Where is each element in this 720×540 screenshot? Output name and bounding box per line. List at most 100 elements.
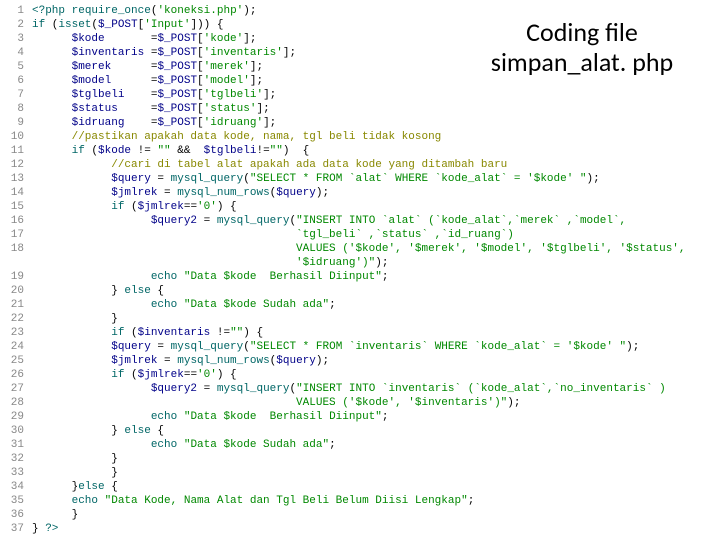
code-line: 30 } else { xyxy=(0,424,720,438)
line-number: 33 xyxy=(0,466,32,480)
line-number: 20 xyxy=(0,284,32,298)
code-line: 23 if ($inventaris !="") { xyxy=(0,326,720,340)
code-line: 9 $idruang =$_POST['idruang']; xyxy=(0,116,720,130)
line-number: 7 xyxy=(0,88,32,102)
code-text: VALUES ('$kode', '$merek', '$model', '$t… xyxy=(32,242,686,256)
code-line: 24 $query = mysql_query("SELECT * FROM `… xyxy=(0,340,720,354)
code-text: if ($jmlrek=='0') { xyxy=(32,200,237,214)
code-line: 34 }else { xyxy=(0,480,720,494)
code-line: 22 } xyxy=(0,312,720,326)
line-number: 27 xyxy=(0,382,32,396)
code-text: //cari di tabel alat apakah ada data kod… xyxy=(32,158,507,172)
code-line: 11 if ($kode != "" && $tglbeli!="") { xyxy=(0,144,720,158)
code-line: 10 //pastikan apakah data kode, nama, tg… xyxy=(0,130,720,144)
code-line: 33 } xyxy=(0,466,720,480)
line-number: 29 xyxy=(0,410,32,424)
line-number: 14 xyxy=(0,186,32,200)
code-text: $query2 = mysql_query("INSERT INTO `alat… xyxy=(32,214,626,228)
code-line: 12 //cari di tabel alat apakah ada data … xyxy=(0,158,720,172)
line-number: 35 xyxy=(0,494,32,508)
line-number: 8 xyxy=(0,102,32,116)
line-number: 22 xyxy=(0,312,32,326)
line-number xyxy=(0,256,32,270)
code-text: //pastikan apakah data kode, nama, tgl b… xyxy=(32,130,441,144)
code-text: } xyxy=(32,452,118,466)
slide-title: Coding file simpan_alat. php xyxy=(462,18,702,78)
code-block: 1<?php require_once('koneksi.php');2 if (… xyxy=(0,0,720,536)
code-line: 21 echo "Data $kode Sudah ada"; xyxy=(0,298,720,312)
code-text: } else { xyxy=(32,424,164,438)
line-number: 5 xyxy=(0,60,32,74)
line-number: 30 xyxy=(0,424,32,438)
code-text: if ($jmlrek=='0') { xyxy=(32,368,237,382)
code-line: 8 $status =$_POST['status']; xyxy=(0,102,720,116)
line-number: 37 xyxy=(0,522,32,536)
line-number: 26 xyxy=(0,368,32,382)
line-number: 4 xyxy=(0,46,32,60)
code-line: 16 $query2 = mysql_query("INSERT INTO `a… xyxy=(0,214,720,228)
line-number: 10 xyxy=(0,130,32,144)
code-text: echo "Data $kode Sudah ada"; xyxy=(32,438,336,452)
code-line: 7 $tglbeli =$_POST['tglbeli']; xyxy=(0,88,720,102)
line-number: 32 xyxy=(0,452,32,466)
code-text: VALUES ('$kode', '$inventaris')"); xyxy=(32,396,520,410)
line-number: 19 xyxy=(0,270,32,284)
code-line: 36 } xyxy=(0,508,720,522)
line-number: 28 xyxy=(0,396,32,410)
code-line: 28 VALUES ('$kode', '$inventaris')"); xyxy=(0,396,720,410)
line-number: 1 xyxy=(0,4,32,18)
code-text: }else { xyxy=(32,480,118,494)
line-number: 2 xyxy=(0,18,32,32)
code-text: '$idruang')"); xyxy=(32,256,388,270)
line-number: 9 xyxy=(0,116,32,130)
title-line-2: simpan_alat. php xyxy=(462,48,702,78)
code-text: echo "Data $kode Sudah ada"; xyxy=(32,298,336,312)
line-number: 13 xyxy=(0,172,32,186)
code-text: <?php require_once('koneksi.php'); xyxy=(32,4,256,18)
code-text: echo "Data Kode, Nama Alat dan Tgl Beli … xyxy=(32,494,474,508)
code-line: 35 echo "Data Kode, Nama Alat dan Tgl Be… xyxy=(0,494,720,508)
line-number: 15 xyxy=(0,200,32,214)
line-number: 3 xyxy=(0,32,32,46)
code-text: $model =$_POST['model']; xyxy=(32,74,263,88)
line-number: 24 xyxy=(0,340,32,354)
line-number: 6 xyxy=(0,74,32,88)
code-line: 15 if ($jmlrek=='0') { xyxy=(0,200,720,214)
code-line: 37} ?> xyxy=(0,522,720,536)
code-line: 13 $query = mysql_query("SELECT * FROM `… xyxy=(0,172,720,186)
code-line: 26 if ($jmlrek=='0') { xyxy=(0,368,720,382)
code-line: 25 $jmlrek = mysql_num_rows($query); xyxy=(0,354,720,368)
line-number: 34 xyxy=(0,480,32,494)
code-text: if ($inventaris !="") { xyxy=(32,326,263,340)
line-number: 18 xyxy=(0,242,32,256)
code-text: $query2 = mysql_query("INSERT INTO `inve… xyxy=(32,382,666,396)
code-line: 32 } xyxy=(0,452,720,466)
code-line: 27 $query2 = mysql_query("INSERT INTO `i… xyxy=(0,382,720,396)
code-text: echo "Data $kode Berhasil Diinput"; xyxy=(32,270,389,284)
code-text: $jmlrek = mysql_num_rows($query); xyxy=(32,186,329,200)
line-number: 25 xyxy=(0,354,32,368)
code-line: 29 echo "Data $kode Berhasil Diinput"; xyxy=(0,410,720,424)
code-text: $query = mysql_query("SELECT * FROM `ala… xyxy=(32,172,600,186)
code-text: } xyxy=(32,466,118,480)
line-number: 23 xyxy=(0,326,32,340)
code-line: 17 `tgl_beli` ,`status` ,`id_ruang`) xyxy=(0,228,720,242)
code-text: if ($kode != "" && $tglbeli!="") { xyxy=(32,144,309,158)
line-number: 31 xyxy=(0,438,32,452)
code-line: 31 echo "Data $kode Sudah ada"; xyxy=(0,438,720,452)
code-text: $tglbeli =$_POST['tglbeli']; xyxy=(32,88,276,102)
line-number: 16 xyxy=(0,214,32,228)
code-text: echo "Data $kode Berhasil Diinput"; xyxy=(32,410,389,424)
line-number: 11 xyxy=(0,144,32,158)
code-text: } xyxy=(32,312,118,326)
title-line-1: Coding file xyxy=(462,18,702,48)
code-text: $status =$_POST['status']; xyxy=(32,102,270,116)
code-text: $merek =$_POST['merek']; xyxy=(32,60,263,74)
code-text: $query = mysql_query("SELECT * FROM `inv… xyxy=(32,340,639,354)
code-text: $kode =$_POST['kode']; xyxy=(32,32,256,46)
line-number: 36 xyxy=(0,508,32,522)
code-line: 14 $jmlrek = mysql_num_rows($query); xyxy=(0,186,720,200)
code-text: } ?> xyxy=(32,522,58,536)
code-text: $jmlrek = mysql_num_rows($query); xyxy=(32,354,329,368)
code-line: 18 VALUES ('$kode', '$merek', '$model', … xyxy=(0,242,720,256)
